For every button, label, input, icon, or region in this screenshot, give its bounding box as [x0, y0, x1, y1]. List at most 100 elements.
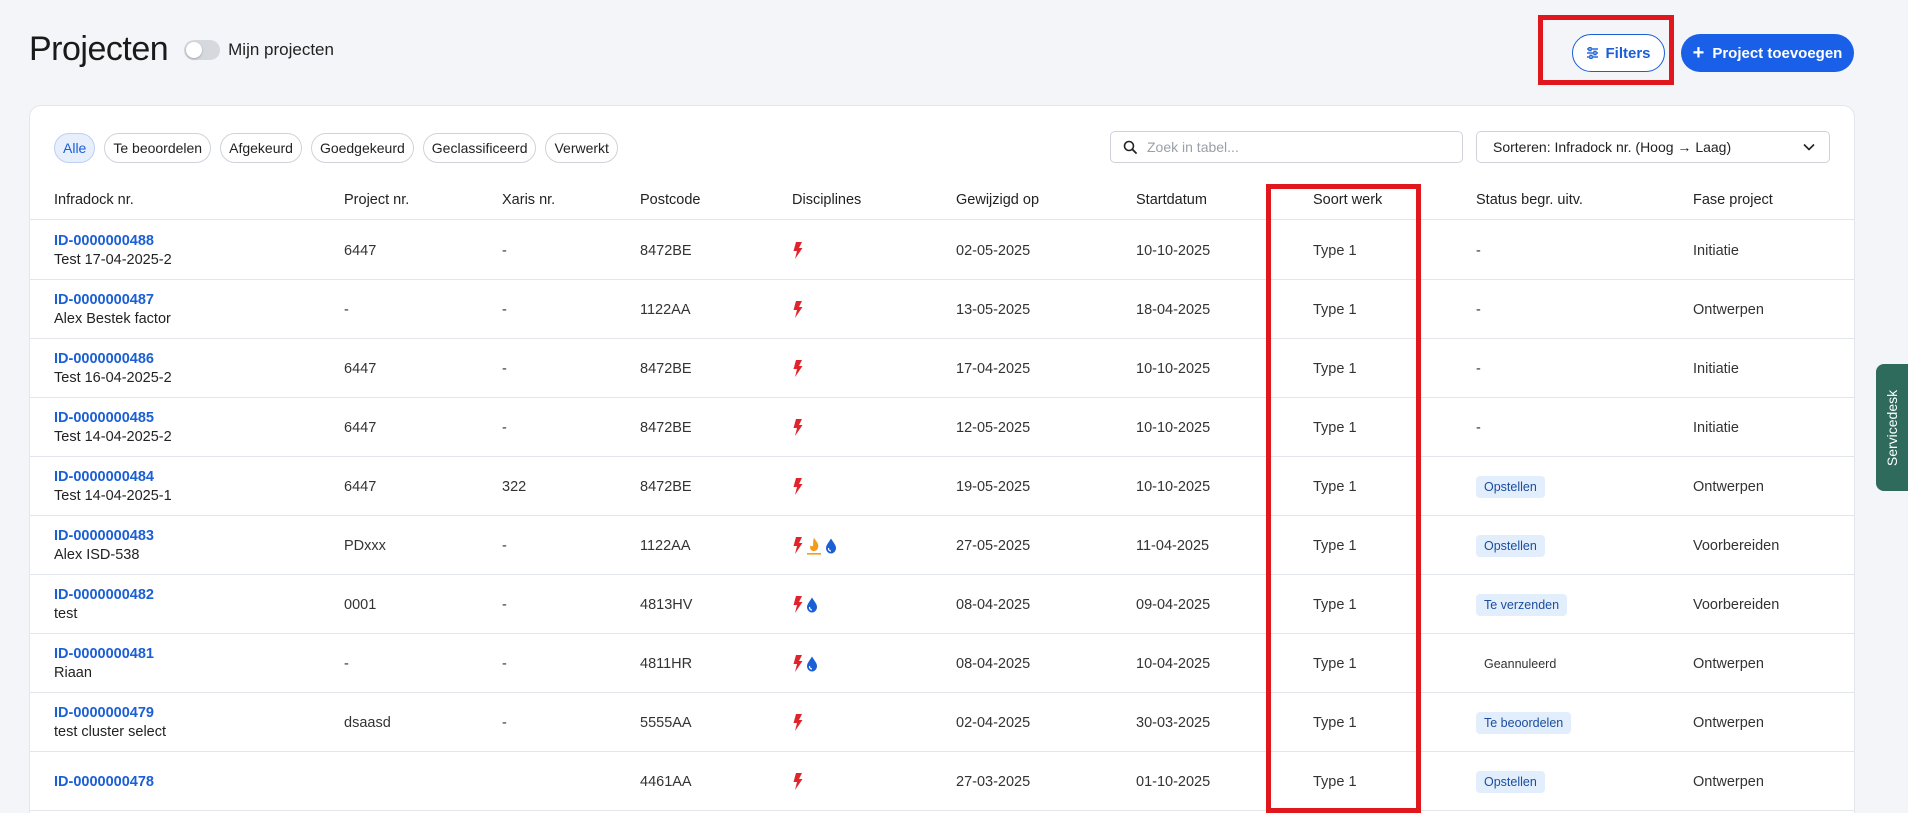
- fase-project-cell: Initiatie: [1693, 360, 1739, 377]
- electric-icon: [793, 714, 803, 731]
- status-cell: Opstellen: [1476, 752, 1545, 811]
- disciplines-cell: [792, 339, 803, 398]
- plus-icon: +: [1692, 42, 1705, 64]
- table-row[interactable]: ID-0000000484 Test 14-04-2025-1 6447 322 847…: [30, 457, 1854, 516]
- table-row[interactable]: ID-0000000486 Test 16-04-2025-2 6447 - 8472B…: [30, 339, 1854, 398]
- status-cell: Opstellen: [1476, 457, 1545, 516]
- modified-date-cell: 08-04-2025: [956, 655, 1031, 672]
- table-row[interactable]: ID-0000000478 4461AA 27-03-2025 01-10-2025 T…: [30, 752, 1854, 811]
- modified-date-cell: 13-05-2025: [956, 301, 1031, 318]
- sort-select[interactable]: Sorteren: Infradock nr. (Hoog → Laag): [1476, 131, 1830, 163]
- infradock-cell: ID-0000000479 test cluster select: [54, 693, 166, 752]
- my-projects-label: Mijn projecten: [228, 39, 334, 59]
- status-cell: -: [1476, 339, 1481, 398]
- start-date-cell: 10-10-2025: [1136, 242, 1211, 259]
- column-header[interactable]: Postcode: [640, 180, 700, 220]
- column-header[interactable]: Project nr.: [344, 180, 409, 220]
- discipline-icons: [792, 419, 803, 436]
- infradock-link[interactable]: ID-0000000486: [54, 351, 154, 367]
- sliders-icon: [1587, 47, 1599, 59]
- infradock-link[interactable]: ID-0000000483: [54, 528, 154, 544]
- table-row[interactable]: ID-0000000487 Alex Bestek factor - - 1122AA 1…: [30, 280, 1854, 339]
- table-search[interactable]: [1110, 131, 1463, 163]
- filter-chip[interactable]: Verwerkt: [545, 133, 618, 163]
- status-badge: Te beoordelen: [1476, 711, 1572, 734]
- my-projects-toggle[interactable]: [184, 39, 221, 60]
- project-nr-cell: dsaasd: [344, 714, 391, 731]
- column-header[interactable]: Disciplines: [792, 180, 861, 220]
- infradock-link[interactable]: ID-0000000488: [54, 233, 154, 249]
- start-date-cell: 10-10-2025: [1136, 478, 1211, 495]
- table-row[interactable]: ID-0000000482 test 0001 - 4813HV 08-04-2025 09…: [30, 575, 1854, 634]
- infradock-link[interactable]: ID-0000000482: [54, 587, 154, 603]
- postcode-cell: 5555AA: [640, 714, 692, 731]
- discipline-icons: [792, 478, 803, 495]
- search-icon: [1123, 140, 1137, 154]
- add-project-label: Project toevoegen: [1712, 44, 1843, 62]
- gas-icon: [807, 537, 821, 555]
- column-header[interactable]: Startdatum: [1136, 180, 1207, 220]
- infradock-cell: ID-0000000487 Alex Bestek factor: [54, 280, 171, 339]
- project-name: Test 16-04-2025-2: [54, 370, 172, 386]
- xaris-nr-cell: -: [502, 301, 507, 318]
- infradock-link[interactable]: ID-0000000485: [54, 410, 154, 426]
- status-badge: Opstellen: [1476, 534, 1545, 557]
- fase-project-cell: Ontwerpen: [1693, 655, 1764, 672]
- filter-chip[interactable]: Goedgekeurd: [310, 133, 414, 163]
- project-nr-cell: 6447: [344, 360, 377, 377]
- fase-project-cell: Ontwerpen: [1693, 478, 1764, 495]
- disciplines-cell: [792, 693, 803, 752]
- modified-date-cell: 27-03-2025: [956, 773, 1031, 790]
- infradock-cell: ID-0000000485 Test 14-04-2025-2: [54, 398, 172, 457]
- postcode-cell: 8472BE: [640, 360, 692, 377]
- electric-icon: [793, 537, 803, 554]
- infradock-link[interactable]: ID-0000000478: [54, 774, 154, 790]
- fase-project-cell: Ontwerpen: [1693, 301, 1764, 318]
- filter-chip[interactable]: Alle: [54, 133, 96, 163]
- infradock-cell: ID-0000000486 Test 16-04-2025-2: [54, 339, 172, 398]
- table-row[interactable]: ID-0000000481 Riaan - - 4811HR 08-04-2025 10-0…: [30, 634, 1854, 693]
- column-header[interactable]: Infradock nr.: [54, 180, 134, 220]
- xaris-nr-cell: -: [502, 419, 507, 436]
- column-header[interactable]: Gewijzigd op: [956, 180, 1039, 220]
- servicedesk-tab[interactable]: Servicedesk: [1876, 364, 1908, 491]
- soort-werk-cell: Type 1: [1313, 655, 1357, 672]
- table-row[interactable]: ID-0000000488 Test 17-04-2025-2 6447 - 8472B…: [30, 221, 1854, 280]
- soort-werk-cell: Type 1: [1313, 301, 1357, 318]
- modified-date-cell: 02-04-2025: [956, 714, 1031, 731]
- add-project-button[interactable]: + Project toevoegen: [1681, 34, 1854, 72]
- infradock-cell: ID-0000000478: [54, 752, 154, 811]
- filter-chip[interactable]: Afgekeurd: [220, 133, 302, 163]
- electric-icon: [793, 478, 803, 495]
- column-header[interactable]: Soort werk: [1313, 180, 1382, 220]
- table-row[interactable]: ID-0000000485 Test 14-04-2025-2 6447 - 8472B…: [30, 398, 1854, 457]
- postcode-cell: 1122AA: [640, 537, 691, 554]
- fase-project-cell: Ontwerpen: [1693, 773, 1764, 790]
- column-header[interactable]: Status begr. uitv.: [1476, 180, 1583, 220]
- postcode-cell: 8472BE: [640, 242, 692, 259]
- modified-date-cell: 02-05-2025: [956, 242, 1031, 259]
- table-row[interactable]: ID-0000000479 test cluster select dsaasd - 5…: [30, 693, 1854, 752]
- discipline-icons: [792, 301, 803, 318]
- page-title: Projecten: [29, 30, 169, 68]
- infradock-link[interactable]: ID-0000000484: [54, 469, 154, 485]
- filter-chip[interactable]: Te beoordelen: [104, 133, 212, 163]
- infradock-link[interactable]: ID-0000000479: [54, 705, 154, 721]
- soort-werk-cell: Type 1: [1313, 773, 1357, 790]
- discipline-icons: [792, 596, 818, 613]
- filter-chip[interactable]: Geclassificeerd: [422, 133, 537, 163]
- filters-button[interactable]: Filters: [1572, 34, 1665, 72]
- infradock-cell: ID-0000000482 test: [54, 575, 154, 634]
- table-row[interactable]: ID-0000000483 Alex ISD-538 PDxxx - 1122AA 27-…: [30, 516, 1854, 575]
- infradock-link[interactable]: ID-0000000487: [54, 292, 154, 308]
- modified-date-cell: 08-04-2025: [956, 596, 1031, 613]
- infradock-link[interactable]: ID-0000000481: [54, 646, 154, 662]
- project-nr-cell: 6447: [344, 478, 377, 495]
- search-input[interactable]: [1147, 139, 1447, 155]
- column-header[interactable]: Xaris nr.: [502, 180, 555, 220]
- column-header[interactable]: Fase project: [1693, 180, 1773, 220]
- status-cell: Te beoordelen: [1476, 693, 1572, 752]
- electric-icon: [793, 360, 803, 377]
- status-text: -: [1476, 419, 1481, 436]
- electric-icon: [793, 655, 803, 672]
